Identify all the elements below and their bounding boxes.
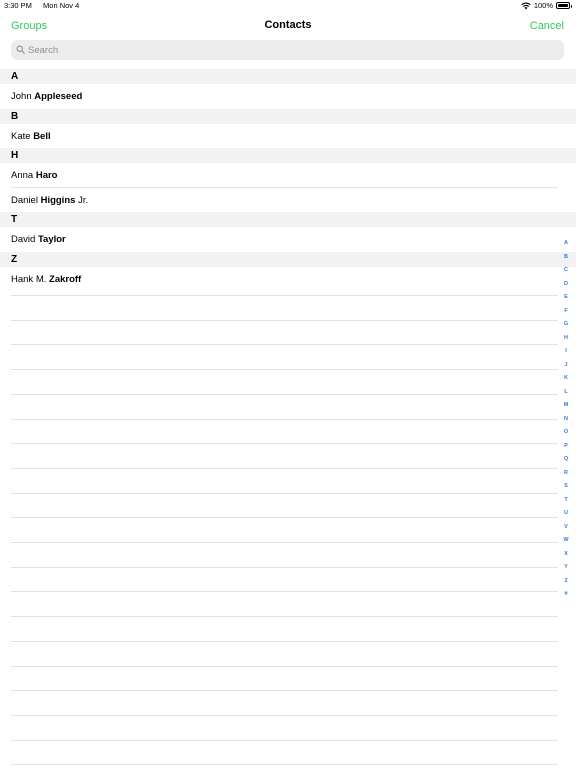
- index-letter[interactable]: #: [560, 590, 572, 604]
- search-input[interactable]: [28, 40, 548, 60]
- section-header-z: Z: [0, 251, 576, 267]
- contact-suffix: Jr.: [78, 194, 89, 206]
- contact-last-name: Appleseed: [34, 91, 83, 102]
- battery-icon: [556, 2, 572, 9]
- status-left: 3:30 PM Mon Nov 4: [4, 1, 79, 10]
- empty-row-separator: [11, 467, 558, 469]
- index-letter[interactable]: L: [560, 388, 572, 402]
- section-letter: H: [11, 150, 19, 161]
- navigation-bar: Groups Contacts Cancel: [0, 12, 576, 40]
- section-letter: B: [11, 110, 19, 122]
- index-letter[interactable]: V: [560, 523, 572, 537]
- empty-row-separator: [11, 492, 558, 494]
- cancel-button[interactable]: Cancel: [530, 20, 564, 32]
- empty-row-separator: [11, 616, 558, 618]
- contact-row[interactable]: Anna Haro: [0, 163, 576, 188]
- index-letter[interactable]: A: [560, 239, 572, 253]
- section-header-h: H: [0, 148, 576, 163]
- contact-row[interactable]: Hank M. Zakroff: [0, 267, 576, 292]
- section-letter: A: [11, 71, 19, 82]
- index-letter[interactable]: N: [560, 415, 572, 429]
- index-letter[interactable]: D: [560, 280, 572, 294]
- contact-last-name: Zakroff: [49, 273, 82, 285]
- index-letter[interactable]: C: [560, 266, 572, 280]
- index-letter[interactable]: O: [560, 428, 572, 442]
- index-letter[interactable]: I: [560, 347, 572, 361]
- contact-last-name: Bell: [33, 130, 51, 142]
- empty-row-separator: [11, 640, 558, 642]
- contact-last-name: Haro: [35, 170, 58, 181]
- section-header-b: B: [0, 108, 576, 124]
- empty-row-separator: [11, 542, 558, 543]
- contact-name: Anna Haro: [11, 170, 57, 181]
- contact-last-name: Higgins: [40, 194, 76, 206]
- status-bar: 3:30 PM Mon Nov 4 100%: [0, 0, 576, 12]
- contact-first-name: Daniel: [11, 194, 38, 206]
- battery-percentage: 100%: [533, 1, 553, 10]
- status-right: 100%: [521, 1, 572, 10]
- empty-row-separator: [11, 393, 558, 395]
- search-bar[interactable]: [11, 40, 564, 60]
- contact-first-name: Hank M.: [11, 273, 47, 285]
- index-letter[interactable]: Z: [560, 577, 572, 591]
- section-letter: Z: [11, 253, 18, 265]
- index-letter[interactable]: X: [560, 550, 572, 564]
- contact-list: A John Appleseed B Kate Bell H Anna Haro Danie…: [0, 69, 576, 291]
- empty-rows: [0, 295, 576, 768]
- index-letter[interactable]: E: [560, 293, 572, 307]
- index-letter[interactable]: U: [560, 509, 572, 523]
- empty-row-separator: [11, 690, 558, 692]
- index-letter[interactable]: T: [560, 496, 572, 510]
- index-letter[interactable]: M: [560, 401, 572, 415]
- contact-name: Kate Bell: [11, 131, 51, 142]
- index-letter[interactable]: J: [560, 361, 572, 375]
- index-letter[interactable]: P: [560, 442, 572, 456]
- contact-row[interactable]: Kate Bell: [0, 124, 576, 149]
- contact-name: John Appleseed: [11, 91, 82, 102]
- contact-first-name: Kate: [11, 130, 31, 142]
- contact-first-name: John: [11, 91, 32, 102]
- index-letter[interactable]: R: [560, 469, 572, 483]
- empty-row-separator: [11, 665, 558, 667]
- empty-row-separator: [11, 344, 558, 346]
- index-letter[interactable]: G: [560, 320, 572, 334]
- index-letter[interactable]: S: [560, 482, 572, 496]
- contact-name: David Taylor: [11, 234, 66, 245]
- empty-row-separator: [11, 739, 558, 741]
- index-letter[interactable]: B: [560, 253, 572, 267]
- empty-row-separator: [11, 443, 558, 445]
- contact-name: Hank M. Zakroff: [11, 274, 81, 285]
- empty-row-separator: [11, 319, 558, 321]
- contact-first-name: Anna: [11, 170, 34, 181]
- contact-first-name: David: [11, 234, 36, 245]
- wifi-icon: [521, 2, 531, 9]
- contact-name: Daniel Higgins Jr.: [11, 195, 88, 206]
- section-header-a: A: [0, 69, 576, 84]
- empty-row-separator: [11, 566, 558, 568]
- empty-row-separator: [11, 764, 558, 766]
- index-letter[interactable]: Y: [560, 563, 572, 577]
- empty-row-separator: [11, 591, 558, 593]
- status-time: 3:30 PM: [4, 1, 32, 10]
- contact-row[interactable]: John Appleseed: [0, 84, 576, 109]
- status-date: Mon Nov 4: [43, 1, 80, 10]
- empty-row-separator: [11, 517, 558, 519]
- empty-row-separator: [11, 369, 558, 371]
- section-header-t: T: [0, 212, 576, 227]
- contact-last-name: Taylor: [37, 234, 66, 245]
- index-letter[interactable]: K: [560, 374, 572, 388]
- section-index[interactable]: A B C D E F G H I J K L M N O P Q R S T U V W X Y Z #: [560, 239, 572, 604]
- page-title: Contacts: [264, 19, 312, 31]
- index-letter[interactable]: Q: [560, 455, 572, 469]
- empty-row-separator: [11, 714, 558, 716]
- contact-row[interactable]: David Taylor: [0, 227, 576, 252]
- index-letter[interactable]: F: [560, 307, 572, 321]
- empty-row-separator: [11, 295, 558, 296]
- search-icon: [16, 45, 25, 54]
- index-letter[interactable]: W: [560, 536, 572, 550]
- empty-row-separator: [11, 418, 558, 420]
- index-letter[interactable]: H: [560, 334, 572, 348]
- section-letter: T: [11, 214, 18, 225]
- contact-row[interactable]: Daniel Higgins Jr.: [0, 188, 576, 213]
